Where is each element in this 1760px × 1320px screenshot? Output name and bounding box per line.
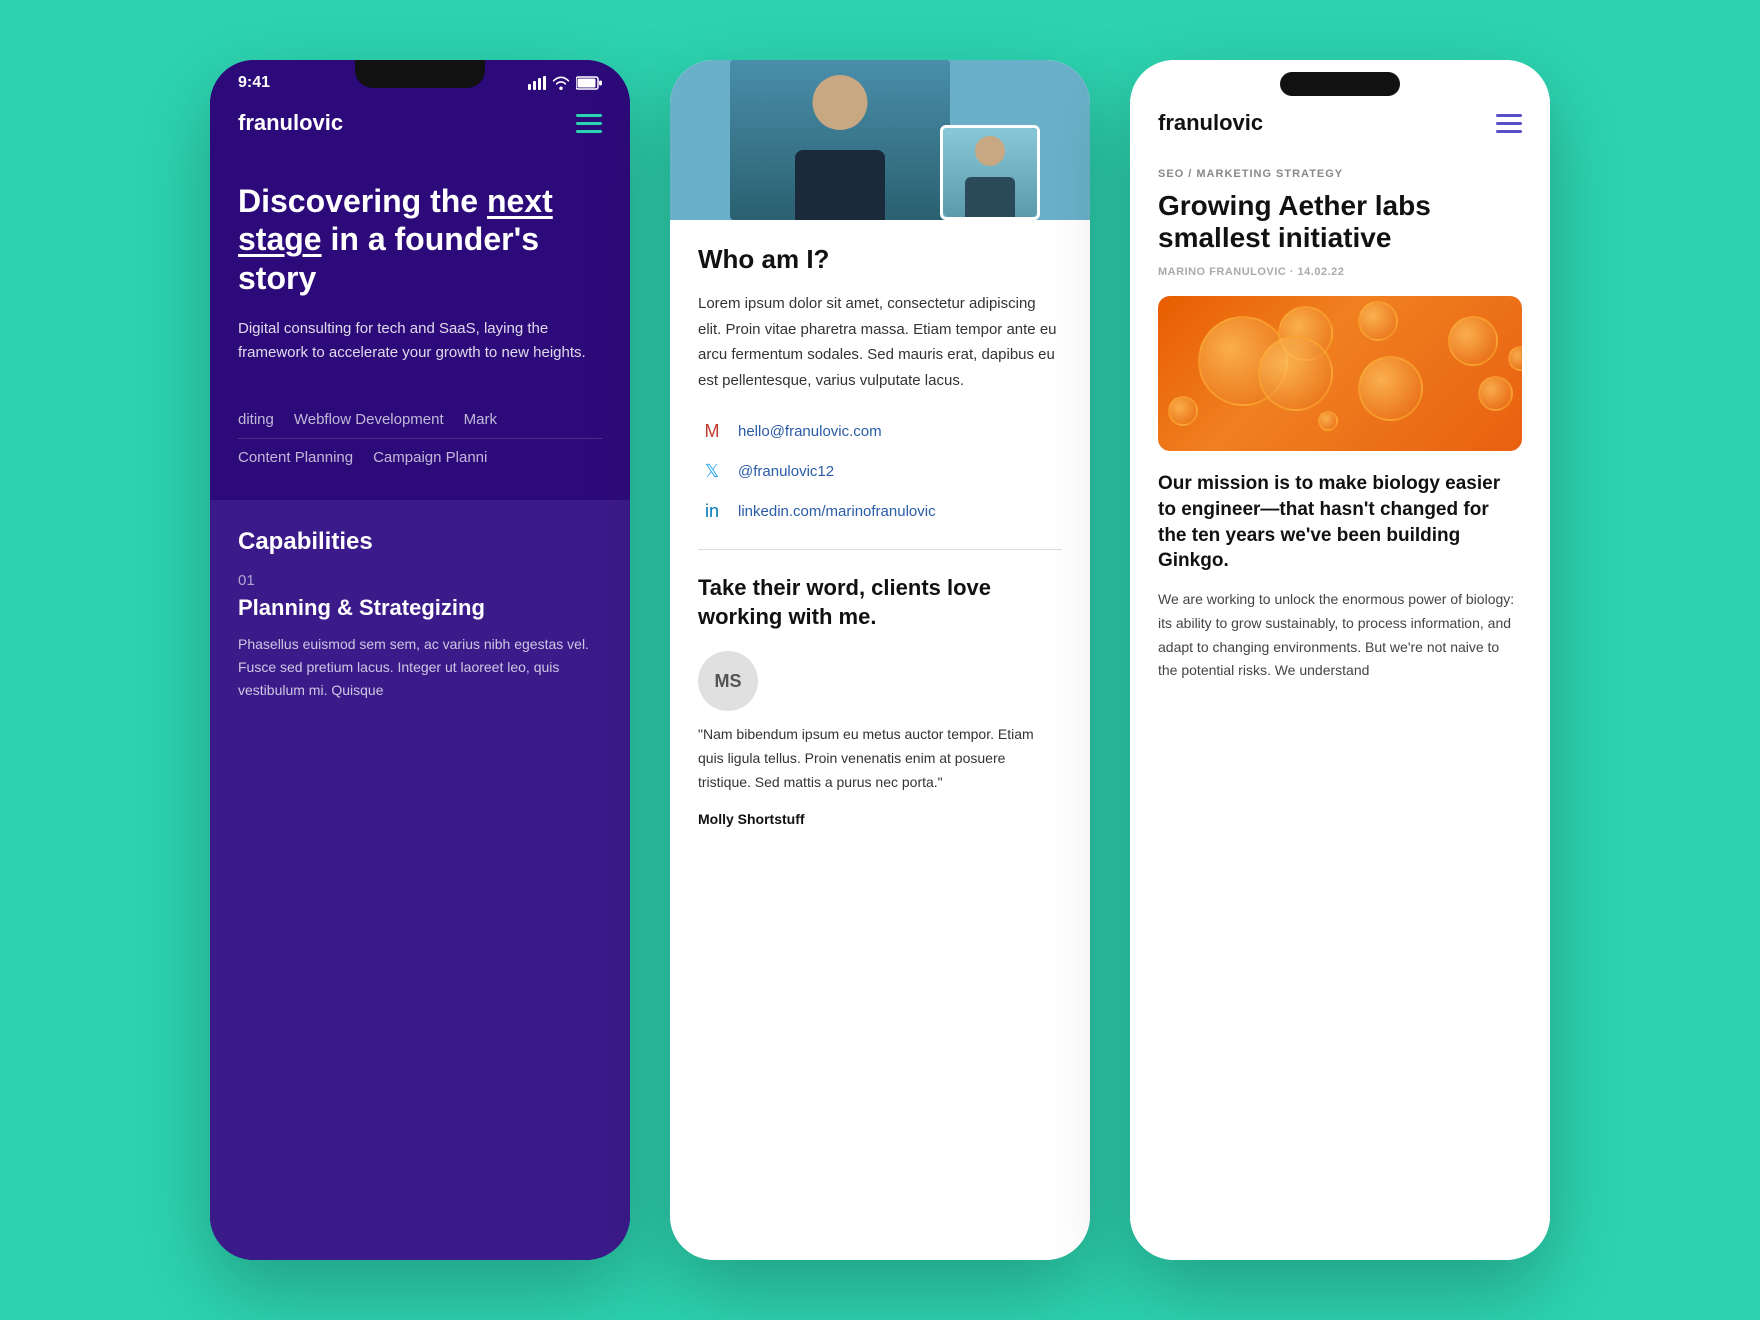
services-row-2: Content Planning Campaign Planni	[210, 443, 630, 472]
person-silhouette-main	[730, 60, 950, 220]
article-body-title: Our mission is to make biology easier to…	[1158, 471, 1522, 574]
phone-3-hamburger-line-1	[1496, 114, 1522, 117]
bubble-4	[1358, 301, 1398, 341]
twitter-contact[interactable]: 𝕏 @franulovic12	[698, 457, 1062, 485]
hero-title-part1: Discovering the	[238, 183, 487, 219]
person-body-2	[965, 177, 1015, 217]
phone-1: 9:41	[210, 60, 630, 1260]
article-category: SEO / MARKETING STRATEGY	[1158, 168, 1522, 180]
bubble-9	[1168, 396, 1198, 426]
person-head-2	[975, 136, 1005, 166]
phone-2-content: Who am I? Lorem ipsum dolor sit amet, co…	[670, 220, 1090, 1260]
phone-3-nav: franulovic	[1130, 100, 1550, 152]
hero-title: Discovering the next stage in a founder'…	[238, 182, 602, 297]
phone-3-content: SEO / MARKETING STRATEGY Growing Aether …	[1130, 152, 1550, 1260]
email-text: hello@franulovic.com	[738, 423, 882, 440]
who-am-i-body: Lorem ipsum dolor sit amet, consectetur …	[698, 291, 1062, 393]
avatar-ms: MS	[698, 651, 758, 711]
phone-3-hamburger-button[interactable]	[1496, 114, 1522, 133]
article-title: Growing Aether labs smallest initiative	[1158, 190, 1522, 254]
bubble-5	[1358, 356, 1423, 421]
service-content-planning[interactable]: Content Planning	[238, 449, 353, 466]
status-time: 9:41	[238, 74, 270, 92]
bubble-6	[1448, 316, 1498, 366]
email-contact[interactable]: M hello@franulovic.com	[698, 417, 1062, 445]
status-icons	[528, 76, 602, 90]
avatar-initials: MS	[715, 671, 742, 692]
services-scroll: diting Webflow Development Mark Content …	[210, 389, 630, 488]
bubble-3	[1258, 336, 1333, 411]
hamburger-line-2	[576, 122, 602, 125]
battery-icon	[576, 76, 602, 90]
capabilities-section: Capabilities 01 Planning & Strategizing …	[210, 500, 630, 1260]
bubble-10	[1318, 411, 1338, 431]
cap-item-body: Phasellus euismod sem sem, ac varius nib…	[238, 633, 602, 702]
service-editing[interactable]: diting	[238, 411, 274, 428]
bubble-7	[1478, 376, 1513, 411]
bubble-8	[1508, 346, 1522, 371]
phone-3-hamburger-line-3	[1496, 130, 1522, 133]
profile-img-main	[730, 60, 950, 220]
testimonial-title: Take their word, clients love working wi…	[698, 574, 1062, 631]
nav-bar: franulovic	[210, 100, 630, 152]
testimonial-text: "Nam bibendum ipsum eu metus auctor temp…	[698, 723, 1062, 794]
person-silhouette-secondary	[943, 128, 1037, 217]
profile-img-secondary	[940, 125, 1040, 220]
hamburger-line-1	[576, 114, 602, 117]
wifi-icon	[552, 76, 570, 90]
signal-icon	[528, 76, 546, 90]
hamburger-button[interactable]	[576, 114, 602, 133]
phone-3-brand: franulovic	[1158, 110, 1263, 136]
service-mark[interactable]: Mark	[464, 411, 497, 428]
phone-2-screen: Who am I? Lorem ipsum dolor sit amet, co…	[670, 60, 1090, 1260]
hero-subtitle: Digital consulting for tech and SaaS, la…	[238, 317, 602, 365]
phone-notch	[355, 60, 485, 88]
linkedin-contact[interactable]: in linkedin.com/marinofranulovic	[698, 497, 1062, 525]
testimonial-author: Molly Shortstuff	[698, 811, 1062, 827]
phone-1-screen: 9:41	[210, 60, 630, 1260]
capabilities-title: Capabilities	[238, 528, 602, 556]
profile-images	[670, 60, 1090, 220]
phone-3-screen: franulovic SEO / MARKETING STRATEGY Grow…	[1130, 60, 1550, 1260]
article-meta: MARINO FRANULOVIC · 14.02.22	[1158, 266, 1522, 278]
twitter-text: @franulovic12	[738, 463, 834, 480]
who-am-i-title: Who am I?	[698, 244, 1062, 275]
email-icon: M	[698, 417, 726, 445]
testimonial-card: MS "Nam bibendum ipsum eu metus auctor t…	[698, 651, 1062, 826]
person-head	[813, 75, 868, 130]
twitter-icon: 𝕏	[698, 457, 726, 485]
section-divider	[698, 549, 1062, 550]
services-row-1: diting Webflow Development Mark	[210, 405, 630, 434]
person-body	[795, 150, 885, 220]
phone-3-notch-pill	[1280, 72, 1400, 96]
hero-section: Discovering the next stage in a founder'…	[210, 152, 630, 389]
service-webflow[interactable]: Webflow Development	[294, 411, 444, 428]
cap-item-title: Planning & Strategizing	[238, 595, 602, 621]
cap-number: 01	[238, 572, 602, 589]
services-divider	[238, 438, 602, 439]
phone-2: Who am I? Lorem ipsum dolor sit amet, co…	[670, 60, 1090, 1260]
linkedin-icon: in	[698, 497, 726, 525]
linkedin-text: linkedin.com/marinofranulovic	[738, 503, 936, 520]
phone-3: franulovic SEO / MARKETING STRATEGY Grow…	[1130, 60, 1550, 1260]
article-body-text: We are working to unlock the enormous po…	[1158, 588, 1522, 683]
article-image	[1158, 296, 1522, 451]
phone-3-hamburger-line-2	[1496, 122, 1522, 125]
brand-name: franulovic	[238, 110, 343, 136]
service-campaign-planning[interactable]: Campaign Planni	[373, 449, 487, 466]
hamburger-line-3	[576, 130, 602, 133]
phone-3-notch-bar	[1130, 60, 1550, 100]
